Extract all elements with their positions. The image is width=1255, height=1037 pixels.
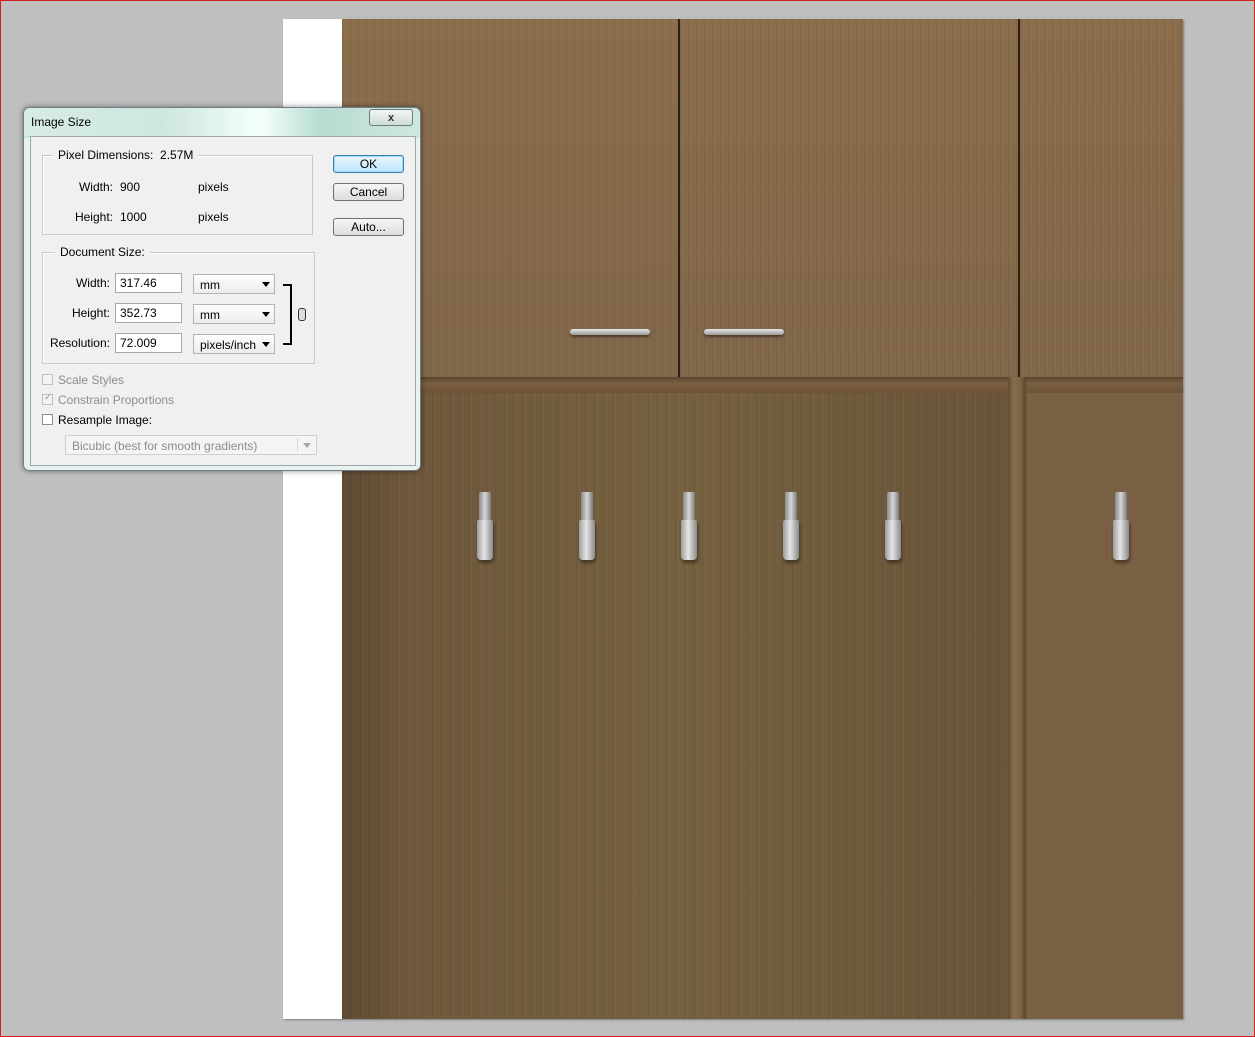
coat-hook <box>577 492 597 564</box>
pixel-height-value: 1000 <box>120 210 147 224</box>
doc-height-input[interactable]: 352.73 <box>115 303 182 323</box>
dialog-body: Pixel Dimensions: 2.57M Width: 900 pixel… <box>30 136 416 466</box>
pixel-width-label: Width: <box>78 180 113 194</box>
chevron-down-icon <box>262 282 270 287</box>
chevron-down-icon <box>262 312 270 317</box>
chain-link-icon <box>298 308 306 321</box>
wood-cabinet-image <box>342 19 1183 1019</box>
pixel-height-unit: pixels <box>198 210 229 224</box>
cabinet-shelf <box>342 377 1183 393</box>
cabinet-handle <box>570 329 650 335</box>
ok-button[interactable]: OK <box>333 155 404 173</box>
pixel-dimensions-group: Pixel Dimensions: 2.57M Width: 900 pixel… <box>42 148 313 235</box>
chevron-down-icon <box>303 443 311 448</box>
close-icon: x <box>387 112 395 124</box>
select-separator <box>297 438 298 452</box>
chevron-down-icon <box>262 342 270 347</box>
cabinet-handle <box>704 329 784 335</box>
resample-image-checkbox[interactable] <box>42 414 53 425</box>
doc-height-unit-select[interactable]: mm <box>193 304 275 324</box>
dialog-titlebar[interactable]: Image Size x <box>24 108 420 136</box>
doc-width-label: Width: <box>75 276 110 290</box>
auto-button[interactable]: Auto... <box>333 218 404 236</box>
coat-hook <box>679 492 699 564</box>
cabinet-divider <box>1008 377 1026 1019</box>
document-size-legend: Document Size: <box>55 245 150 259</box>
close-button[interactable]: x <box>369 109 413 126</box>
pixel-width-unit: pixels <box>198 180 229 194</box>
coat-hook <box>883 492 903 564</box>
right-bay <box>1026 393 1183 1019</box>
image-size-dialog: Image Size x Pixel Dimensions: 2.57M Wid… <box>23 107 421 471</box>
dialog-title: Image Size <box>31 115 92 129</box>
scale-styles-label: Scale Styles <box>58 373 125 387</box>
pixel-dimensions-total: 2.57M <box>160 148 194 162</box>
doc-width-input[interactable]: 317.46 <box>115 273 182 293</box>
constrain-proportions-label: Constrain Proportions <box>58 393 175 407</box>
doc-height-label: Height: <box>71 306 110 320</box>
resample-method-select[interactable]: Bicubic (best for smooth gradients) <box>65 435 317 455</box>
pixel-dimensions-legend: Pixel Dimensions: 2.57M <box>53 148 199 162</box>
pixel-width-value: 900 <box>120 180 141 194</box>
constrain-proportions-checkbox[interactable]: ✓ <box>42 392 53 405</box>
coat-hook <box>1111 492 1131 564</box>
coat-hook <box>781 492 801 564</box>
document-size-group: Document Size: Width: 317.46 mm Height: … <box>42 245 315 364</box>
cabinet-door-right <box>1020 19 1183 377</box>
door-gap <box>1018 19 1020 377</box>
resolution-input[interactable]: 72.009 <box>115 333 182 353</box>
checkmark-icon: ✓ <box>44 392 53 403</box>
coat-hook <box>475 492 495 564</box>
resolution-label: Resolution: <box>49 336 110 350</box>
pixel-height-label: Height: <box>74 210 113 224</box>
cabinet-door-middle <box>680 19 1018 377</box>
constrain-bracket <box>283 284 292 345</box>
resample-image-label: Resample Image: <box>58 413 153 427</box>
resolution-unit-select[interactable]: pixels/inch <box>193 334 275 354</box>
scale-styles-checkbox[interactable] <box>42 374 53 385</box>
door-gap <box>678 19 680 377</box>
cancel-button[interactable]: Cancel <box>333 183 404 201</box>
doc-width-unit-select[interactable]: mm <box>193 274 275 294</box>
